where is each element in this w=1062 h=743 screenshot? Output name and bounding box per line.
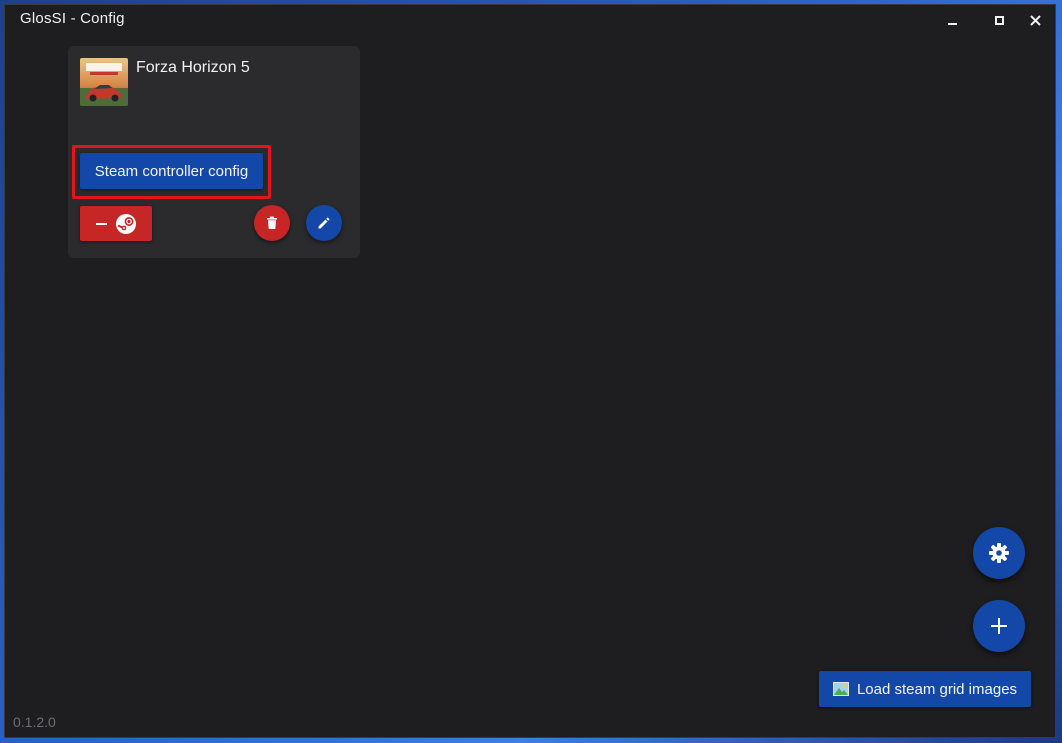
plus-icon	[991, 618, 1007, 634]
maximize-button[interactable]	[987, 9, 1011, 31]
app-window: GlosSI - Config Forza Horizon 5 Steam co…	[4, 4, 1056, 738]
game-title: Forza Horizon 5	[136, 59, 250, 76]
trash-icon	[267, 216, 277, 229]
minimize-icon	[947, 23, 957, 25]
edit-button[interactable]	[306, 205, 342, 241]
minimize-button[interactable]	[940, 9, 964, 31]
shortcut-card: Forza Horizon 5 Steam controller config	[68, 46, 360, 258]
pencil-icon	[318, 217, 330, 229]
load-steam-grid-images-button[interactable]: Load steam grid images	[819, 671, 1031, 707]
close-button[interactable]	[1023, 9, 1047, 31]
add-shortcut-button[interactable]	[973, 600, 1025, 652]
steam-icon	[115, 213, 136, 234]
gear-icon	[989, 543, 1009, 563]
remove-from-steam-button[interactable]	[80, 206, 152, 241]
maximize-icon	[994, 15, 1004, 25]
settings-button[interactable]	[973, 527, 1025, 579]
window-title: GlosSI - Config	[20, 10, 125, 27]
steam-controller-config-button[interactable]: Steam controller config	[80, 153, 263, 189]
version-label: 0.1.2.0	[13, 714, 56, 730]
delete-button[interactable]	[254, 205, 290, 241]
game-thumbnail	[80, 58, 128, 106]
title-bar: GlosSI - Config	[5, 5, 1055, 33]
minus-icon	[95, 222, 107, 225]
close-icon	[1029, 14, 1041, 26]
image-icon	[832, 682, 849, 696]
steam-controller-config-label: Steam controller config	[94, 162, 249, 180]
load-steam-grid-images-label: Load steam grid images	[856, 680, 1018, 698]
